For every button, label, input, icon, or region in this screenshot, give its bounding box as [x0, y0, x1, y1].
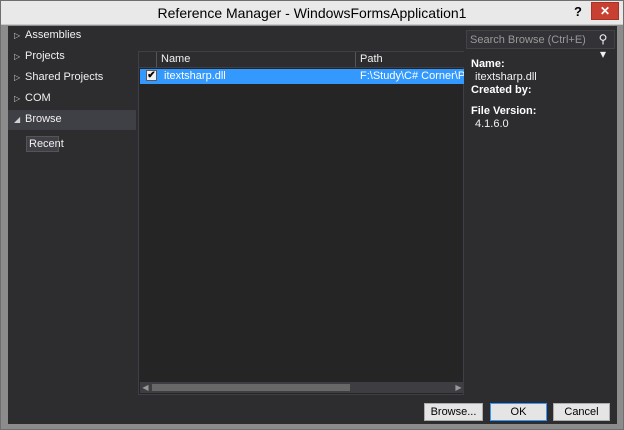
sidebar-item-label: COM: [25, 92, 51, 104]
title-bar: Reference Manager - WindowsFormsApplicat…: [1, 1, 623, 25]
details-panel: Name: itextsharp.dll Created by: File Ve…: [471, 58, 611, 131]
column-header-name[interactable]: Name: [157, 52, 356, 68]
include-checkbox[interactable]: ✔: [146, 70, 157, 81]
sidebar-item-label: Projects: [25, 50, 65, 62]
sidebar: ▷ Assemblies ▷ Projects ▷ Shared Project…: [8, 26, 136, 396]
scrollbar-thumb[interactable]: [152, 384, 350, 391]
row-path: F:\Study\C# Corner\PDF\: [360, 70, 464, 82]
sidebar-item-recent[interactable]: Recent: [26, 136, 64, 152]
expand-arrow-icon: ▷: [14, 52, 21, 61]
browse-button[interactable]: Browse...: [424, 403, 483, 421]
name-label: Name:: [471, 58, 505, 70]
sidebar-item-com[interactable]: ▷ COM: [8, 89, 136, 109]
sidebar-item-label: Browse: [25, 113, 62, 125]
reference-manager-window: Reference Manager - WindowsFormsApplicat…: [0, 0, 624, 430]
close-button[interactable]: ✕: [591, 2, 619, 20]
expand-arrow-icon: ▷: [14, 73, 21, 82]
table-row[interactable]: ✔ itextsharp.dll F:\Study\C# Corner\PDF\: [140, 69, 464, 84]
search-icon[interactable]: ⚲ ▾: [594, 32, 612, 61]
expand-arrow-icon: ▷: [14, 94, 21, 103]
collapse-arrow-icon: ◢: [14, 115, 21, 124]
sidebar-item-projects[interactable]: ▷ Projects: [8, 47, 136, 67]
sidebar-item-label: Shared Projects: [25, 71, 104, 83]
file-version-value: 4.1.6.0: [475, 118, 509, 130]
expand-arrow-icon: ▷: [14, 31, 21, 40]
reference-list: Name Path ✔ itextsharp.dll F:\Study\C# C…: [138, 51, 464, 395]
window-title: Reference Manager - WindowsFormsApplicat…: [157, 5, 467, 21]
scroll-right-icon[interactable]: ▶: [453, 382, 464, 393]
scroll-left-icon[interactable]: ◀: [140, 382, 151, 393]
search-input[interactable]: Search Browse (Ctrl+E) ⚲ ▾: [466, 30, 615, 61]
ok-button[interactable]: OK: [490, 403, 547, 421]
sidebar-item-label: Assemblies: [25, 29, 82, 41]
row-name: itextsharp.dll: [164, 70, 226, 82]
created-by-label: Created by:: [471, 84, 532, 96]
sidebar-item-assemblies[interactable]: ▷ Assemblies: [8, 26, 136, 46]
sidebar-item-shared-projects[interactable]: ▷ Shared Projects: [8, 68, 136, 88]
dialog-body: ▷ Assemblies ▷ Projects ▷ Shared Project…: [8, 26, 617, 424]
help-button[interactable]: ?: [569, 3, 587, 21]
file-version-label: File Version:: [471, 105, 537, 117]
search-placeholder: Search Browse (Ctrl+E): [470, 34, 586, 46]
name-value: itextsharp.dll: [475, 71, 537, 83]
cancel-button[interactable]: Cancel: [553, 403, 610, 421]
horizontal-scrollbar[interactable]: ◀ ▶: [140, 382, 464, 393]
column-header-path[interactable]: Path: [356, 52, 464, 68]
checkbox-column-header: [139, 52, 157, 68]
sidebar-item-browse[interactable]: ◢ Browse: [8, 110, 136, 130]
